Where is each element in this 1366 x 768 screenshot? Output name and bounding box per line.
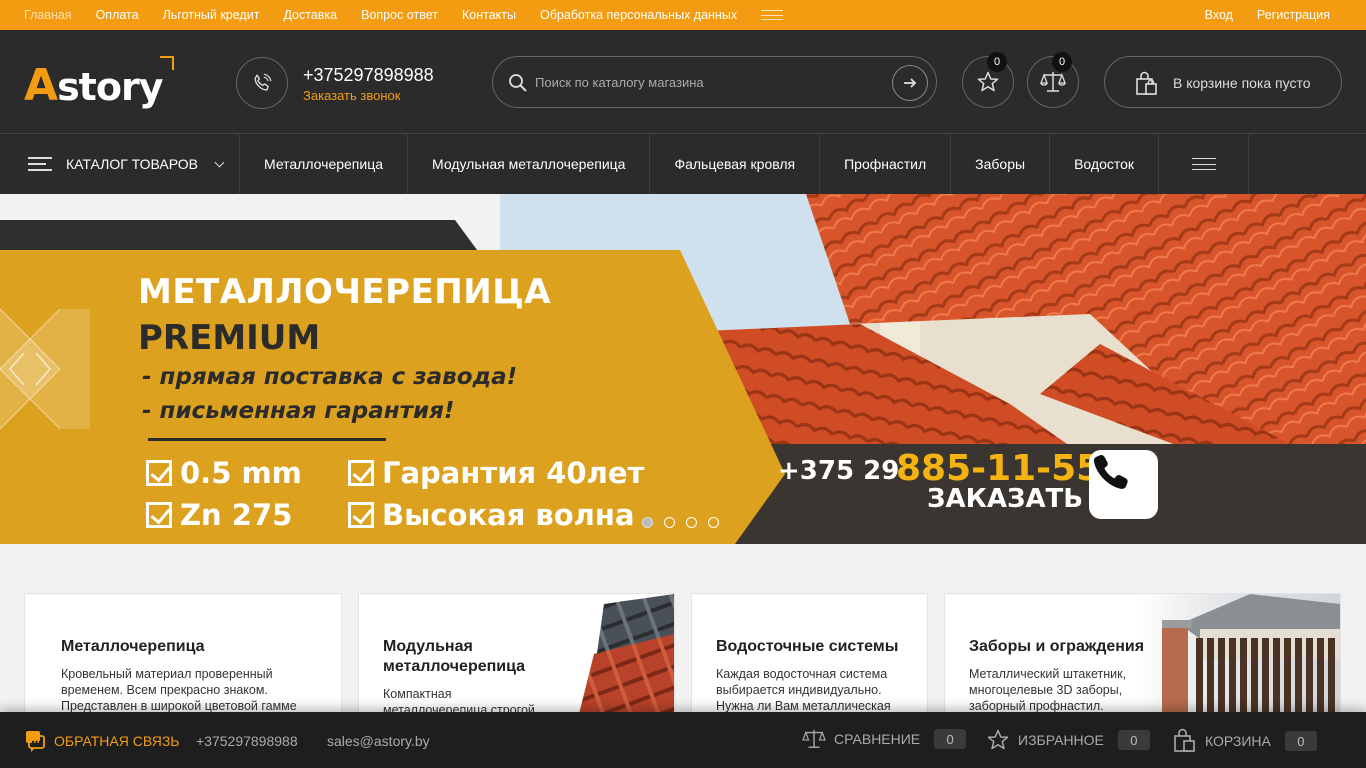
nav-item-seam-roof[interactable]: Фальцевая кровля — [650, 134, 821, 194]
shopping-bag-icon — [1174, 728, 1195, 752]
top-link-faq[interactable]: Вопрос ответ — [361, 8, 438, 22]
callback-link[interactable]: Заказать звонок — [303, 88, 400, 103]
catalog-menu-button[interactable]: КАТАЛОГ ТОВАРОВ — [0, 134, 240, 194]
banner-phone-number: 885-11-55 — [896, 448, 1102, 489]
slider-next-arrow-icon[interactable] — [0, 309, 90, 429]
top-more-menu-icon[interactable] — [761, 10, 784, 20]
cart-status: В корзине пока пусто — [1173, 75, 1311, 91]
slider-dot[interactable] — [642, 517, 653, 528]
compare-button[interactable]: 0 — [1027, 52, 1079, 108]
nav-item-metal-tile[interactable]: Металлочерепица — [240, 134, 409, 194]
checkbox-icon — [146, 502, 172, 528]
nav-more-button[interactable] — [1159, 134, 1250, 194]
scales-icon — [802, 729, 826, 748]
logo-letter: A — [24, 60, 58, 111]
card-title: Металлочерепица — [61, 638, 205, 655]
banner-order-text: ЗАКАЗАТЬ — [927, 484, 1084, 514]
hero-slider[interactable]: МЕТАЛЛОЧЕРЕПИЦА PREMIUM - прямая поставк… — [0, 194, 1366, 544]
slider-dot[interactable] — [664, 517, 675, 528]
footer-email[interactable]: sales@astory.by — [327, 733, 430, 749]
search-input[interactable] — [535, 71, 875, 93]
slider-dot[interactable] — [686, 517, 697, 528]
top-links: Главная Оплата Льготный кредит Доставка … — [24, 0, 784, 30]
banner-title: МЕТАЛЛОЧЕРЕПИЦА — [138, 272, 552, 312]
card-title: Водосточные системы — [716, 638, 899, 655]
banner-line-1: - прямая поставка с завода! — [142, 364, 518, 390]
star-icon — [977, 71, 999, 92]
nav-item-gutter[interactable]: Водосток — [1050, 134, 1160, 194]
login-link[interactable]: Вход — [1205, 8, 1233, 22]
banner-feature: 0.5 mm — [146, 456, 302, 490]
slider-dots — [642, 517, 730, 528]
banner-line-2: - письменная гарантия! — [142, 398, 455, 424]
scales-icon — [1040, 72, 1066, 92]
menu-icon — [28, 157, 52, 171]
cart-count: 0 — [1284, 731, 1317, 751]
footer-favorites-button[interactable]: ИЗБРАННОЕ 0 — [986, 728, 1150, 752]
banner-phone-icon — [1089, 450, 1158, 519]
favorites-count: 0 — [1117, 730, 1150, 750]
logo-text: story — [57, 65, 163, 109]
compare-count: 0 — [934, 729, 967, 749]
slider-dot[interactable] — [708, 517, 719, 528]
cart-button[interactable]: В корзине пока пусто — [1104, 56, 1342, 108]
site-header: Astory +375297898988 Заказать звонок 0 0… — [0, 30, 1366, 134]
checkbox-icon — [348, 502, 374, 528]
card-title: Модульная металлочерепица — [383, 638, 526, 675]
footer-cart-button[interactable]: КОРЗИНА 0 — [1171, 728, 1317, 754]
favorites-label: ИЗБРАННОЕ — [1018, 732, 1104, 748]
favorites-badge: 0 — [987, 52, 1007, 72]
top-link-home[interactable]: Главная — [24, 8, 72, 22]
hamburger-icon — [1191, 158, 1216, 170]
banner-feature: Zn 275 — [146, 498, 292, 532]
search-box — [492, 56, 937, 108]
card-text: Металлический штакетник, многоцелевые 3D… — [969, 667, 1127, 713]
feedback-button[interactable]: ОБРАТНАЯ СВЯЗЬ — [24, 730, 179, 752]
auth-links: Вход Регистрация — [1181, 0, 1330, 30]
top-link-privacy[interactable]: Обработка персональных данных — [540, 8, 737, 22]
star-icon — [987, 729, 1009, 750]
cart-label: КОРЗИНА — [1205, 733, 1271, 749]
banner-feature: Гарантия 40лет — [348, 456, 644, 490]
checkbox-icon — [146, 460, 172, 486]
logo-arrow-icon — [160, 56, 175, 70]
top-link-contacts[interactable]: Контакты — [462, 8, 516, 22]
card-text: Кровельный материал проверенный временем… — [61, 667, 297, 713]
header-phone[interactable]: +375297898988 — [303, 65, 434, 86]
nav-item-modular-tile[interactable]: Модульная металлочерепица — [408, 134, 651, 194]
logo[interactable]: Astory — [24, 56, 175, 111]
top-bar: Главная Оплата Льготный кредит Доставка … — [0, 0, 1366, 30]
compare-label: СРАВНЕНИЕ — [834, 731, 921, 747]
favorites-button[interactable]: 0 — [962, 52, 1014, 108]
card-text: Каждая водосточная система выбирается ин… — [716, 667, 891, 713]
top-link-delivery[interactable]: Доставка — [283, 8, 337, 22]
main-nav: КАТАЛОГ ТОВАРОВ Металлочерепица Модульна… — [0, 134, 1366, 194]
banner-phone-prefix: +375 29 — [778, 456, 900, 486]
phone-icon[interactable] — [236, 57, 288, 109]
sticky-footer-bar: ОБРАТНАЯ СВЯЗЬ +375297898988 sales@astor… — [0, 712, 1366, 768]
banner-feature: Высокая волна — [348, 498, 635, 532]
footer-compare-button[interactable]: СРАВНЕНИЕ 0 — [802, 728, 967, 750]
catalog-label: КАТАЛОГ ТОВАРОВ — [66, 156, 198, 172]
feedback-label: ОБРАТНАЯ СВЯЗЬ — [54, 733, 180, 749]
banner-divider — [148, 438, 386, 441]
shopping-bag-icon — [1136, 71, 1157, 95]
nav-item-profiled-sheet[interactable]: Профнастил — [820, 134, 952, 194]
banner-subtitle: PREMIUM — [138, 318, 321, 358]
chat-icon — [26, 731, 45, 752]
footer-phone[interactable]: +375297898988 — [196, 733, 298, 749]
compare-badge: 0 — [1052, 52, 1072, 72]
arrow-right-icon — [904, 78, 917, 88]
top-link-payment[interactable]: Оплата — [96, 8, 139, 22]
checkbox-icon — [348, 460, 374, 486]
top-link-credit[interactable]: Льготный кредит — [163, 8, 260, 22]
nav-item-fences[interactable]: Заборы — [951, 134, 1051, 194]
chevron-down-icon — [214, 157, 225, 167]
card-title: Заборы и ограждения — [969, 638, 1145, 655]
search-icon — [509, 74, 527, 92]
search-submit-button[interactable] — [892, 65, 928, 101]
register-link[interactable]: Регистрация — [1257, 8, 1330, 22]
